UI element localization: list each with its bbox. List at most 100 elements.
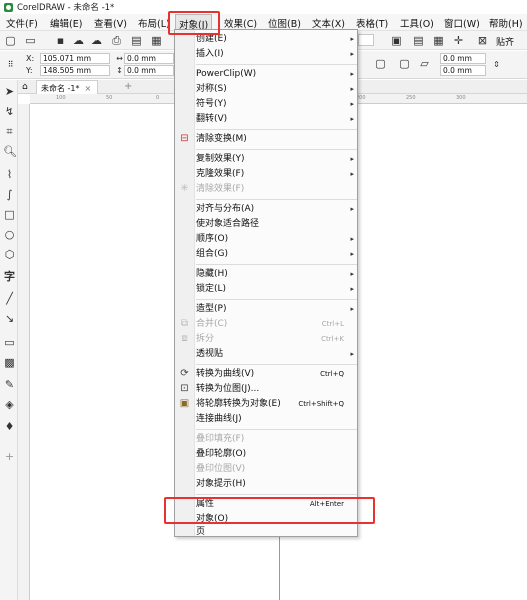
submenu-arrow-icon: ▸ bbox=[350, 35, 354, 43]
menu-file[interactable]: 文件(F) bbox=[6, 16, 38, 30]
new-document-icon[interactable]: ▢ bbox=[4, 34, 17, 47]
cloud-download-icon[interactable]: ☁ bbox=[72, 34, 85, 47]
tab-close-icon[interactable]: × bbox=[85, 84, 92, 93]
menu-item-join-curves[interactable]: 连接曲线(J) bbox=[196, 412, 356, 427]
tab-document[interactable]: 未命名 -1* × bbox=[36, 80, 99, 94]
menu-item-insert[interactable]: 插入(I) ▸ bbox=[196, 47, 356, 62]
menu-item-group[interactable]: 组合(G) ▸ bbox=[196, 247, 356, 262]
submenu-arrow-icon: ▸ bbox=[350, 155, 354, 163]
menu-item-clone-effect[interactable]: 克隆效果(F) ▸ bbox=[196, 167, 356, 182]
menu-item-order[interactable]: 顺序(O) ▸ bbox=[196, 232, 356, 247]
x-label: X: bbox=[26, 54, 35, 63]
artistic-media-icon[interactable]: ∫ bbox=[3, 188, 16, 201]
menu-separator bbox=[196, 264, 357, 265]
height-field[interactable]: 0.0 mm bbox=[124, 65, 174, 76]
width-field[interactable]: 0.0 mm bbox=[124, 53, 174, 64]
menu-view[interactable]: 查看(V) bbox=[94, 16, 127, 30]
connector-tool-icon[interactable]: ↘ bbox=[3, 312, 16, 325]
transparency-icon[interactable]: ▩ bbox=[3, 356, 16, 369]
break-apart-icon: ⧈ bbox=[181, 333, 188, 344]
menu-item-clear-transform[interactable]: 清除变换(M) bbox=[196, 132, 356, 147]
menu-window[interactable]: 窗口(W) bbox=[444, 16, 480, 30]
add-tool-icon[interactable]: + bbox=[3, 450, 16, 463]
combine-icon: ⧉ bbox=[180, 318, 189, 329]
menu-item-label: 插入(I) bbox=[196, 49, 224, 59]
pick-tool-icon[interactable]: ➤ bbox=[3, 85, 16, 98]
menu-item-hide[interactable]: 隐藏(H) ▸ bbox=[196, 267, 356, 282]
ellipse-tool-icon[interactable]: ○ bbox=[3, 228, 16, 241]
print-icon[interactable]: ⎙ bbox=[110, 34, 123, 47]
chamfered-corner-icon[interactable]: ▱ bbox=[418, 57, 431, 70]
menu-item-pages[interactable]: 页 bbox=[196, 527, 356, 537]
menu-item-label: 创建(E) bbox=[196, 34, 227, 44]
rulers-icon[interactable]: ▤ bbox=[412, 34, 425, 47]
window-title: CorelDRAW - 未命名 -1* bbox=[17, 3, 115, 13]
cut-icon[interactable]: ▤ bbox=[130, 34, 143, 47]
snap-to-label[interactable]: 贴齐 bbox=[496, 35, 514, 48]
open-folder-icon[interactable]: ▭ bbox=[24, 34, 37, 47]
corner-radius-top-field[interactable]: 0.0 mm bbox=[440, 53, 486, 64]
menu-item-symmetry[interactable]: 对称(S) ▸ bbox=[196, 82, 356, 97]
menu-item-copy-effect[interactable]: 复制效果(Y) ▸ bbox=[196, 152, 356, 167]
menu-separator bbox=[196, 429, 357, 430]
round-corner-icon[interactable]: ▢ bbox=[374, 57, 387, 70]
guidelines-icon[interactable]: ✛ bbox=[452, 34, 465, 47]
shape-tool-icon[interactable]: ↯ bbox=[3, 105, 16, 118]
corner-radius-bottom-field[interactable]: 0.0 mm bbox=[440, 65, 486, 76]
menu-item-convert-to-bitmap[interactable]: 转换为位图(J)... bbox=[196, 382, 356, 397]
new-tab-icon[interactable]: + bbox=[124, 81, 132, 92]
home-icon[interactable]: ⌂ bbox=[22, 82, 28, 92]
object-origin-icon[interactable]: ⠿ bbox=[4, 58, 17, 71]
menu-effects[interactable]: 效果(C) bbox=[224, 16, 257, 30]
copy-icon[interactable]: ▦ bbox=[150, 34, 163, 47]
submenu-arrow-icon: ▸ bbox=[350, 85, 354, 93]
eyedropper-icon[interactable]: ✎ bbox=[3, 378, 16, 391]
menu-item-shortcut: Ctrl+K bbox=[321, 335, 344, 343]
menu-item-flip[interactable]: 翻转(V) ▸ bbox=[196, 112, 356, 127]
menu-item-symbol[interactable]: 符号(Y) ▸ bbox=[196, 97, 356, 112]
lock-ratio-icon[interactable]: ⇕ bbox=[490, 58, 503, 71]
submenu-arrow-icon: ▸ bbox=[350, 70, 354, 78]
menu-help[interactable]: 帮助(H) bbox=[489, 16, 523, 30]
menu-item-shaping[interactable]: 造型(P) ▸ bbox=[196, 302, 356, 317]
menu-tools[interactable]: 工具(O) bbox=[400, 16, 434, 30]
menu-item-fit-to-path[interactable]: 使对象适合路径 bbox=[196, 217, 356, 232]
x-position-field[interactable]: 105.071 mm bbox=[40, 53, 110, 64]
save-icon[interactable]: ▪ bbox=[54, 34, 67, 47]
menu-bitmaps[interactable]: 位图(B) bbox=[268, 16, 301, 30]
interactive-fill-icon[interactable]: ◈ bbox=[3, 398, 16, 411]
zoom-dropdown[interactable] bbox=[358, 34, 374, 46]
parallel-dimension-icon[interactable]: ╱ bbox=[3, 292, 16, 305]
menu-item-label: 符号(Y) bbox=[196, 99, 227, 109]
menu-edit[interactable]: 编辑(E) bbox=[50, 16, 82, 30]
menu-table[interactable]: 表格(T) bbox=[356, 16, 388, 30]
menu-item-object-hints[interactable]: 对象提示(H) bbox=[196, 477, 356, 492]
grid-icon[interactable]: ▦ bbox=[432, 34, 445, 47]
snap-icon[interactable]: ⊠ bbox=[476, 34, 489, 47]
rectangle-tool-icon[interactable]: □ bbox=[3, 208, 16, 221]
smart-fill-icon[interactable]: ♦ bbox=[3, 420, 16, 433]
polygon-tool-icon[interactable]: ⬡ bbox=[3, 248, 16, 261]
menu-item-break-apart: 拆分 Ctrl+K bbox=[196, 332, 356, 347]
zoom-tool-icon[interactable]: 🔍︎ bbox=[3, 145, 17, 158]
menu-item-convert-to-curves[interactable]: 转换为曲线(V) Ctrl+Q bbox=[196, 367, 356, 382]
freehand-tool-icon[interactable]: ⌇ bbox=[3, 168, 16, 181]
drop-shadow-icon[interactable]: ▭ bbox=[3, 336, 16, 349]
menu-item-overprint-outline[interactable]: 叠印轮廓(O) bbox=[196, 447, 356, 462]
text-tool-icon[interactable]: 字 bbox=[3, 270, 16, 283]
menu-item-lock[interactable]: 锁定(L) ▸ bbox=[196, 282, 356, 297]
object-menu-dropdown: 创建(E) ▸ 插入(I) ▸ PowerClip(W) ▸ 对称(S) ▸ 符号(Y)… bbox=[174, 29, 358, 537]
menu-item-outline-to-object[interactable]: 将轮廓转换为对象(E) Ctrl+Shift+Q bbox=[196, 397, 356, 412]
menu-text[interactable]: 文本(X) bbox=[312, 16, 345, 30]
menu-item-align-distribute[interactable]: 对齐与分布(A) ▸ bbox=[196, 202, 356, 217]
full-screen-icon[interactable]: ▣ bbox=[390, 34, 403, 47]
crop-tool-icon[interactable]: ⌗ bbox=[3, 125, 16, 138]
cloud-upload-icon[interactable]: ☁ bbox=[90, 34, 103, 47]
y-position-field[interactable]: 148.505 mm bbox=[40, 65, 110, 76]
scalloped-corner-icon[interactable]: ▢ bbox=[398, 57, 411, 70]
submenu-arrow-icon: ▸ bbox=[350, 250, 354, 258]
menu-layout[interactable]: 布局(L) bbox=[138, 16, 170, 30]
menu-item-perspective[interactable]: 透视贴 ▸ bbox=[196, 347, 356, 362]
menu-item-powerclip[interactable]: PowerClip(W) ▸ bbox=[196, 67, 356, 82]
menu-item-create[interactable]: 创建(E) ▸ bbox=[196, 32, 356, 47]
